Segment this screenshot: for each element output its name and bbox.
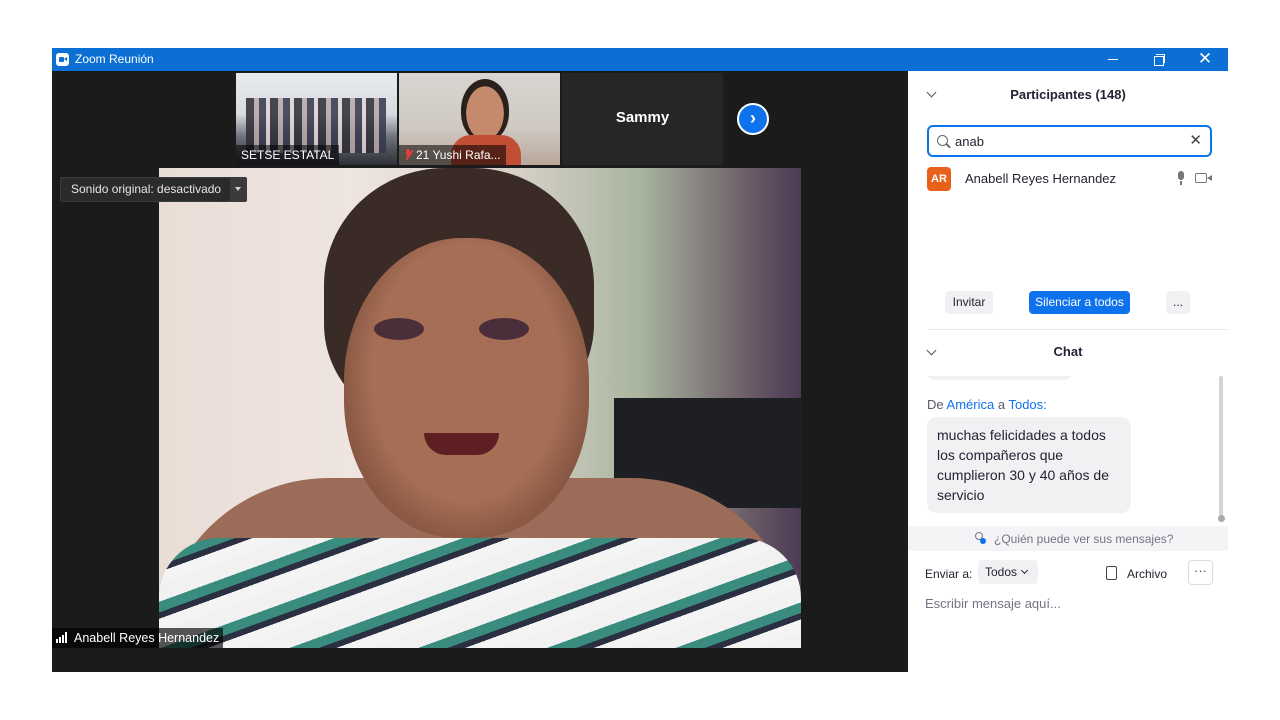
who-can-see-link[interactable]: ¿Quién puede ver sus mensajes? <box>994 532 1173 546</box>
window-title: Zoom Reunión <box>75 52 154 66</box>
mute-all-button[interactable]: Silenciar a todos <box>1029 291 1130 314</box>
thumbnail-name-row: 21 Yushi Rafa... <box>399 145 506 165</box>
send-to-label: Enviar a: <box>925 567 973 581</box>
chat-scroll-thumb[interactable] <box>1218 515 1225 522</box>
participants-collapse-chevron-icon[interactable] <box>926 87 937 98</box>
speaker-clothing <box>159 538 801 648</box>
speaker-face <box>344 238 589 538</box>
video-thumbnail[interactable]: SETSE ESTATAL <box>236 73 397 165</box>
speaker-mouth <box>424 433 499 455</box>
muted-mic-icon <box>404 149 412 160</box>
participants-more-button[interactable]: ... <box>1166 291 1190 314</box>
original-sound-dropdown[interactable] <box>230 177 247 202</box>
previous-message-bubble <box>927 376 1072 380</box>
sender-prefix: De <box>927 397 944 412</box>
video-area: SETSE ESTATAL 21 Yushi Rafa... Sammy › S… <box>52 71 908 672</box>
chat-scrollbar[interactable] <box>1219 376 1223 516</box>
file-button[interactable]: Archivo <box>1127 567 1167 581</box>
recipient-link[interactable]: Todos: <box>1008 397 1046 412</box>
sender-link[interactable]: América <box>947 397 995 412</box>
sender-connector: a <box>997 397 1006 412</box>
thumbnail-name: SETSE ESTATAL <box>236 145 340 165</box>
side-panel: Participantes (148) ✕ AR Anabell Reyes H… <box>908 71 1228 672</box>
participant-face-image <box>461 79 509 141</box>
signal-strength-icon <box>56 632 70 643</box>
speaker-eye <box>374 318 424 340</box>
restore-button[interactable] <box>1136 48 1182 71</box>
chat-title: Chat <box>1053 344 1083 359</box>
zoom-logo-icon <box>56 53 69 66</box>
thumbnail-name: Sammy <box>615 109 670 126</box>
minimize-button[interactable] <box>1090 48 1136 71</box>
speaker-eye <box>479 318 529 340</box>
recipient-dropdown[interactable]: Todos <box>978 560 1038 584</box>
chat-collapse-chevron-icon[interactable] <box>926 345 937 356</box>
active-speaker-video <box>159 168 801 648</box>
chat-messages[interactable]: De América a Todos: muchas felicidades a… <box>908 376 1228 526</box>
active-speaker-name: Anabell Reyes Hernandez <box>74 631 220 645</box>
panel-divider <box>928 329 1228 330</box>
video-thumbnail[interactable]: Sammy <box>562 73 723 165</box>
microphone-icon[interactable] <box>1177 171 1185 185</box>
avatar: AR <box>927 167 951 191</box>
original-sound-button[interactable]: Sonido original: desactivado <box>60 177 233 202</box>
chat-more-button[interactable]: ··· <box>1188 560 1213 585</box>
participant-row[interactable]: AR Anabell Reyes Hernandez <box>927 167 1217 191</box>
message-visibility-bar[interactable]: ¿Quién puede ver sus mensajes? <box>908 526 1228 551</box>
search-icon <box>937 135 948 146</box>
zoom-window: Zoom Reunión ✕ SETSE ESTATAL 21 Yushi Ra… <box>52 48 1228 672</box>
chat-message-input[interactable] <box>925 593 1210 613</box>
participant-search-box[interactable]: ✕ <box>927 125 1212 157</box>
camera-icon[interactable] <box>1195 173 1212 183</box>
next-page-button[interactable]: › <box>737 103 769 135</box>
user-visibility-icon <box>974 532 986 544</box>
thumbnail-strip: SETSE ESTATAL 21 Yushi Rafa... Sammy › <box>52 71 908 167</box>
message-sender-line: De América a Todos: <box>927 397 1047 412</box>
participants-title: Participantes (148) <box>1010 87 1126 102</box>
title-bar: Zoom Reunión ✕ <box>52 48 1228 71</box>
chevron-down-icon <box>1020 566 1029 575</box>
file-icon[interactable] <box>1106 566 1117 580</box>
thumbnail-name: 21 Yushi Rafa... <box>416 148 501 162</box>
clear-search-icon[interactable]: ✕ <box>1189 131 1202 149</box>
close-button[interactable]: ✕ <box>1182 48 1228 71</box>
participant-search-input[interactable] <box>955 132 1175 150</box>
video-thumbnail[interactable]: 21 Yushi Rafa... <box>399 73 560 165</box>
active-speaker-name-tag: Anabell Reyes Hernandez <box>52 628 224 648</box>
invite-button[interactable]: Invitar <box>945 291 993 314</box>
participant-name: Anabell Reyes Hernandez <box>965 171 1117 186</box>
chat-message-bubble: muchas felicidades a todos los compañero… <box>927 417 1131 513</box>
recipient-value: Todos <box>985 565 1018 579</box>
